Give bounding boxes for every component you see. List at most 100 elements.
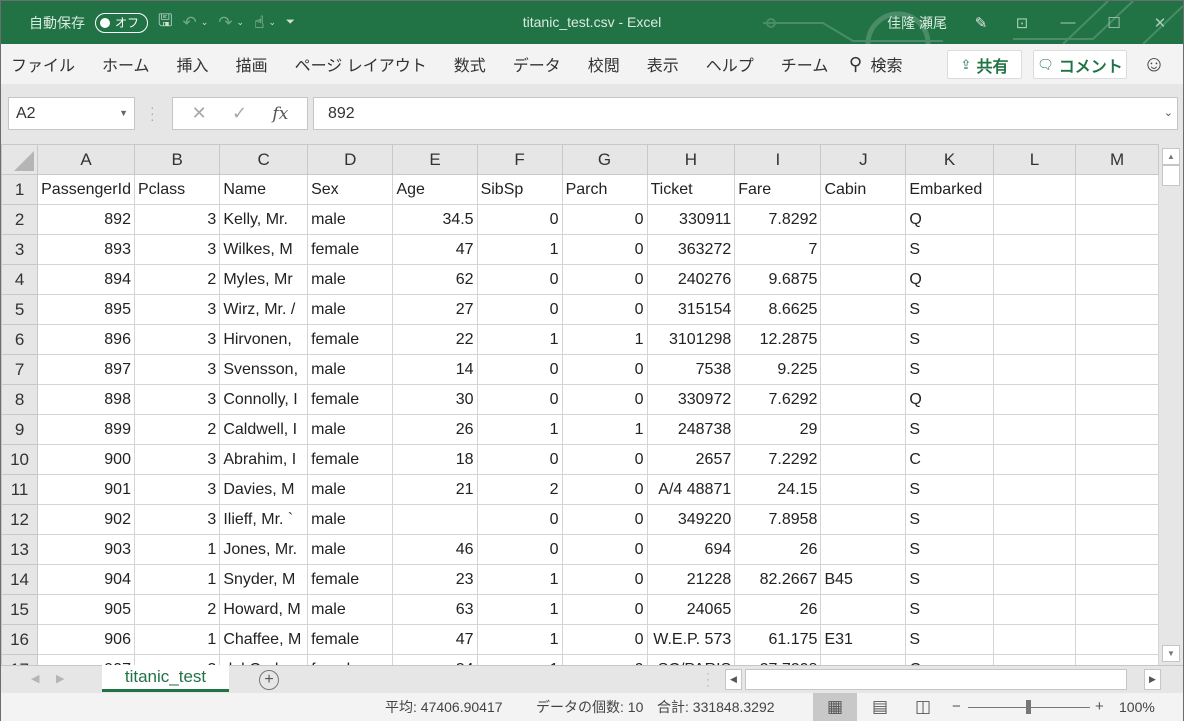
save-icon[interactable]: 🖫 [158, 8, 172, 37]
cell-a7[interactable]: 897 [37, 354, 135, 385]
cell-b7[interactable]: 3 [133, 354, 221, 385]
cell-a3[interactable]: 893 [37, 234, 135, 265]
cell-e7[interactable]: 14 [392, 354, 478, 385]
cell-l2[interactable] [992, 204, 1077, 235]
cell-g3[interactable]: 0 [561, 234, 648, 265]
cell-m5[interactable] [1075, 294, 1159, 325]
name-box-dropdown-icon[interactable]: ▼ [119, 98, 128, 129]
cell-k17[interactable]: C [905, 654, 994, 665]
cell-d3[interactable]: female [307, 234, 394, 265]
vertical-scrollbar[interactable]: ▲ ▼ [1159, 144, 1183, 665]
cell-k16[interactable]: S [905, 624, 994, 655]
cell-e3[interactable]: 47 [392, 234, 478, 265]
cell-j11[interactable] [820, 474, 907, 505]
row-header[interactable]: 1 [1, 174, 39, 205]
cell-c10[interactable]: Abrahim, I [219, 444, 309, 475]
cell-f17[interactable]: 1 [476, 654, 563, 665]
cell-i4[interactable]: 9.6875 [734, 264, 822, 295]
cell-j16[interactable]: E31 [820, 624, 907, 655]
cell-g11[interactable]: 0 [561, 474, 648, 505]
cell-b2[interactable]: 3 [133, 204, 221, 235]
cell-j8[interactable] [820, 384, 907, 415]
cell-b8[interactable]: 3 [133, 384, 221, 415]
cell-k9[interactable]: S [905, 414, 994, 445]
cell-a4[interactable]: 894 [37, 264, 135, 295]
cell-d9[interactable]: male [307, 414, 394, 445]
cell-g16[interactable]: 0 [561, 624, 648, 655]
cell-b14[interactable]: 1 [133, 564, 221, 595]
row-header[interactable]: 9 [1, 414, 39, 445]
cell-f9[interactable]: 1 [476, 414, 563, 445]
cell-a16[interactable]: 906 [37, 624, 135, 655]
cell-a9[interactable]: 899 [37, 414, 135, 445]
tab-split-handle[interactable]: · · · [706, 667, 710, 691]
cell-h6[interactable]: 3101298 [646, 324, 736, 355]
cell-i10[interactable]: 7.2292 [734, 444, 822, 475]
cell-k1[interactable]: Embarked [905, 174, 994, 205]
cell-l14[interactable] [992, 564, 1077, 595]
tab-formulas[interactable]: 数式 [454, 52, 486, 76]
cell-m6[interactable] [1075, 324, 1159, 355]
cell-f4[interactable]: 0 [476, 264, 563, 295]
cell-f11[interactable]: 2 [476, 474, 563, 505]
undo-icon[interactable]: ↶ [183, 13, 197, 33]
cell-g1[interactable]: Parch [561, 174, 648, 205]
column-header-d[interactable]: D [307, 144, 394, 175]
cell-j4[interactable] [820, 264, 907, 295]
tab-team[interactable]: チーム [781, 52, 829, 76]
cell-g15[interactable]: 0 [561, 594, 648, 625]
cell-e10[interactable]: 18 [392, 444, 478, 475]
column-header-e[interactable]: E [392, 144, 478, 175]
select-all-corner[interactable] [1, 144, 39, 175]
cell-e8[interactable]: 30 [392, 384, 478, 415]
cell-c4[interactable]: Myles, Mr [219, 264, 309, 295]
cell-l13[interactable] [992, 534, 1077, 565]
cell-d1[interactable]: Sex [307, 174, 394, 205]
cell-i9[interactable]: 29 [734, 414, 822, 445]
share-button[interactable]: ⇪ 共有 [947, 50, 1022, 79]
cell-f14[interactable]: 1 [476, 564, 563, 595]
cell-b16[interactable]: 1 [133, 624, 221, 655]
cell-m12[interactable] [1075, 504, 1159, 535]
cell-k8[interactable]: Q [905, 384, 994, 415]
cell-d7[interactable]: male [307, 354, 394, 385]
cell-a6[interactable]: 896 [37, 324, 135, 355]
cell-h13[interactable]: 694 [646, 534, 736, 565]
cell-m9[interactable] [1075, 414, 1159, 445]
cell-a8[interactable]: 898 [37, 384, 135, 415]
cell-d14[interactable]: female [307, 564, 394, 595]
cell-e17[interactable]: 24 [392, 654, 478, 665]
cell-j17[interactable] [820, 654, 907, 665]
cell-h14[interactable]: 21228 [646, 564, 736, 595]
cell-k14[interactable]: S [905, 564, 994, 595]
cell-d4[interactable]: male [307, 264, 394, 295]
cell-j6[interactable] [820, 324, 907, 355]
cell-e15[interactable]: 63 [392, 594, 478, 625]
ribbon-display-options-icon[interactable]: ⊡ [999, 1, 1045, 44]
zoom-out-icon[interactable]: − [952, 693, 961, 721]
minimize-icon[interactable]: — [1045, 1, 1091, 44]
column-header-g[interactable]: G [561, 144, 648, 175]
scroll-right-icon[interactable]: ▶ [1144, 669, 1161, 690]
zoom-level[interactable]: 100% [1119, 693, 1155, 721]
cell-c17[interactable]: del Carlo, [219, 654, 309, 665]
cell-b11[interactable]: 3 [133, 474, 221, 505]
cell-a5[interactable]: 895 [37, 294, 135, 325]
cell-g2[interactable]: 0 [561, 204, 648, 235]
column-header-l[interactable]: L [992, 144, 1077, 175]
column-header-b[interactable]: B [133, 144, 221, 175]
cell-l4[interactable] [992, 264, 1077, 295]
cell-m2[interactable] [1075, 204, 1159, 235]
cell-d8[interactable]: female [307, 384, 394, 415]
cancel-icon[interactable]: ✕ [192, 103, 207, 124]
cell-i2[interactable]: 7.8292 [734, 204, 822, 235]
cell-l10[interactable] [992, 444, 1077, 475]
cell-a15[interactable]: 905 [37, 594, 135, 625]
row-header[interactable]: 12 [1, 504, 39, 535]
row-header[interactable]: 4 [1, 264, 39, 295]
cell-b3[interactable]: 3 [133, 234, 221, 265]
cell-g13[interactable]: 0 [561, 534, 648, 565]
prev-sheet-icon[interactable]: ◀ [31, 672, 39, 685]
cell-i15[interactable]: 26 [734, 594, 822, 625]
formula-input[interactable]: 892 ⌄ [313, 97, 1178, 130]
